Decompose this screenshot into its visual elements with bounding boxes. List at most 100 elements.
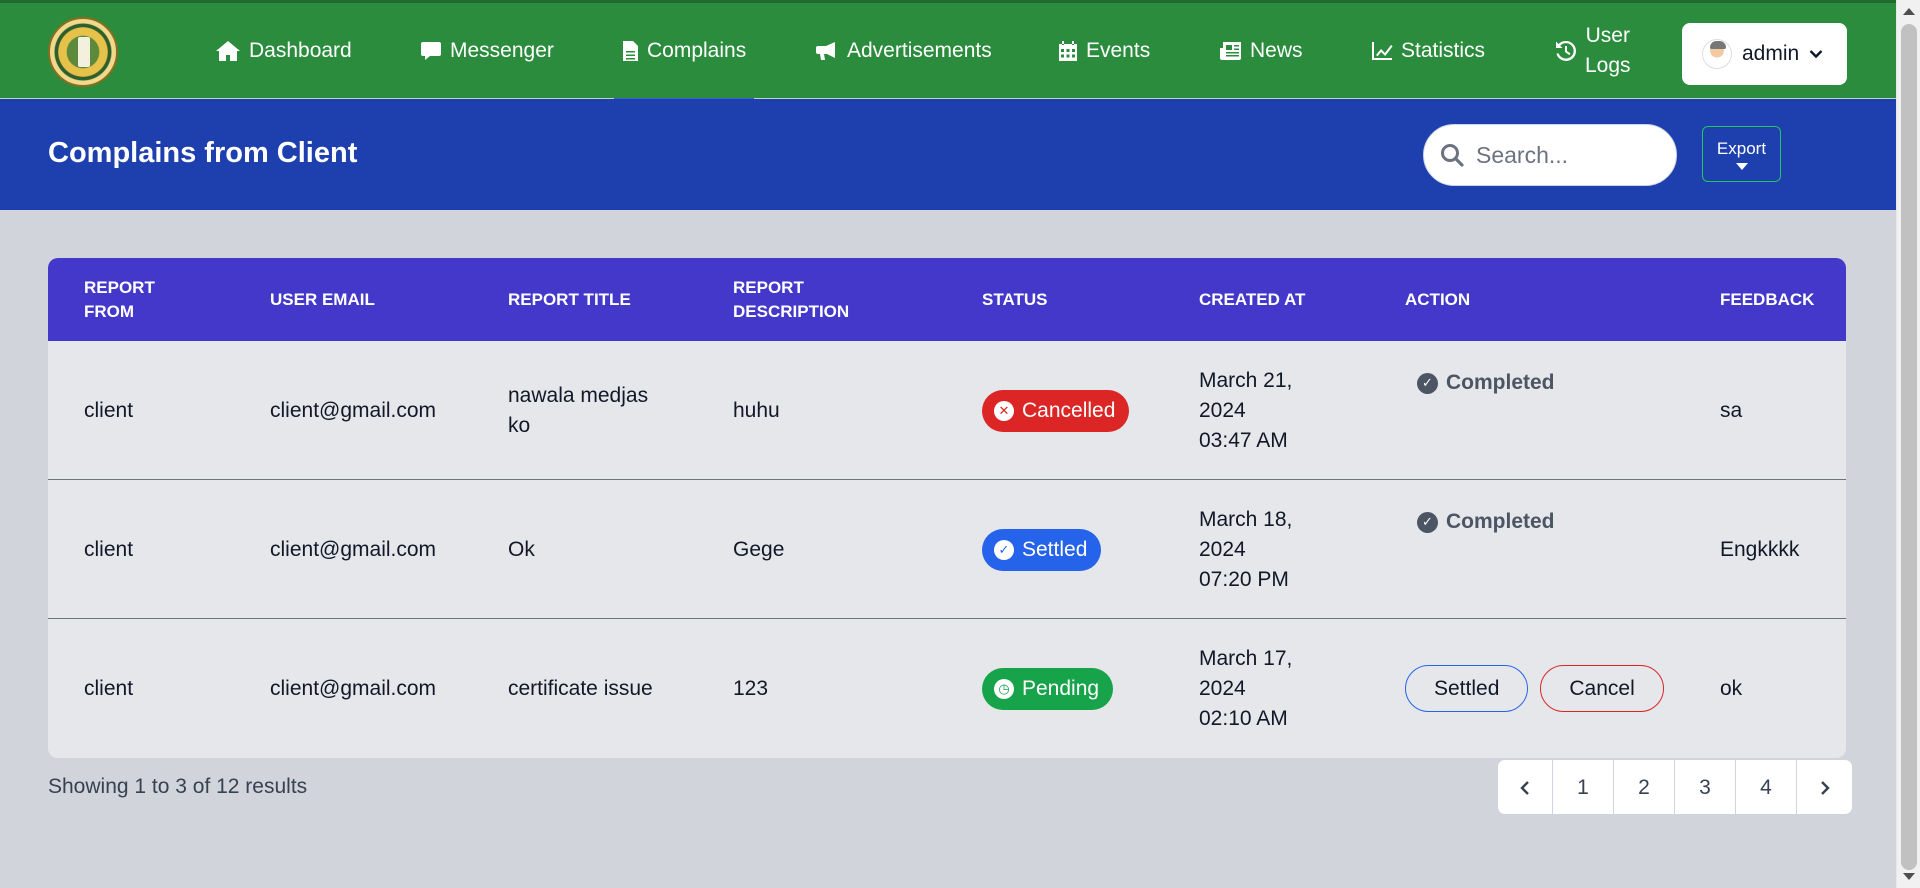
search-icon xyxy=(1441,144,1464,167)
nav-dashboard[interactable]: Dashboard xyxy=(215,3,352,99)
table-row: client client@gmail.com Ok Gege ✓ Settle… xyxy=(48,480,1846,619)
complaints-table: Report From User Email Report Title Repo… xyxy=(48,258,1846,758)
settled-button[interactable]: Settled xyxy=(1405,665,1529,712)
caret-down-icon xyxy=(1735,162,1748,170)
nav-advertisements-label: Advertisements xyxy=(847,39,992,62)
history-icon xyxy=(1556,40,1576,61)
created-at-line1: March 21, xyxy=(1199,368,1293,392)
cell-created-at: March 17, 2024 02:10 AM xyxy=(1199,619,1292,758)
column-header-status: Status xyxy=(982,289,1048,309)
status-badge: ✓ Settled xyxy=(982,528,1102,571)
created-at-line3: 02:10 AM xyxy=(1199,706,1288,730)
created-at-line2: 2024 xyxy=(1199,398,1246,422)
admin-label: admin xyxy=(1742,42,1800,65)
calendar-icon xyxy=(1059,41,1077,61)
nav-statistics[interactable]: Statistics xyxy=(1371,3,1485,99)
action-completed-label: Completed xyxy=(1446,510,1555,533)
nav-user-logs[interactable]: User Logs xyxy=(1555,3,1631,99)
nav-news[interactable]: News xyxy=(1219,3,1303,99)
cell-user-email: client@gmail.com xyxy=(270,537,437,561)
column-header-report-from-line1: Report xyxy=(84,277,155,297)
cancel-button[interactable]: Cancel xyxy=(1540,665,1664,712)
scroll-down-icon[interactable] xyxy=(1903,873,1915,880)
cell-report-title: certificate issue xyxy=(508,676,653,700)
created-at-line2: 2024 xyxy=(1199,537,1246,561)
cell-created-at: March 21, 2024 03:47 AM xyxy=(1199,341,1292,480)
nav-user-logs-label-line1: User xyxy=(1585,24,1630,47)
scroll-up-icon[interactable] xyxy=(1903,8,1915,15)
cell-report-title: nawala medjas ko xyxy=(508,341,648,480)
cell-report-from: client xyxy=(84,676,134,700)
prev-page-button[interactable] xyxy=(1498,760,1553,814)
nav-user-logs-label-line2: Logs xyxy=(1585,54,1631,77)
cell-report-from: client xyxy=(84,537,134,561)
cell-feedback: ok xyxy=(1720,676,1743,700)
status-label: Pending xyxy=(1022,676,1100,700)
cell-report-title: Ok xyxy=(508,537,535,561)
nav-advertisements[interactable]: Advertisements xyxy=(815,3,992,99)
nav-events[interactable]: Events xyxy=(1058,3,1150,99)
scroll-thumb[interactable] xyxy=(1901,24,1917,870)
column-header-user-email: User Email xyxy=(270,289,375,309)
page-button-4[interactable]: 4 xyxy=(1736,760,1797,814)
next-page-button[interactable] xyxy=(1797,760,1852,814)
action-completed-label: Completed xyxy=(1446,371,1555,394)
created-at-line3: 07:20 PM xyxy=(1199,567,1289,591)
column-header-report-description-line1: Report xyxy=(733,277,804,297)
column-header-report-from-line2: From xyxy=(84,301,135,321)
cell-feedback: sa xyxy=(1720,398,1743,422)
cell-created-at: March 18, 2024 07:20 PM xyxy=(1199,480,1292,619)
column-header-report-description: Report Description xyxy=(733,258,849,341)
nav-dashboard-label: Dashboard xyxy=(249,39,352,62)
clock-icon: ◷ xyxy=(994,678,1014,699)
page-button-3[interactable]: 3 xyxy=(1675,760,1736,814)
table-row: client client@gmail.com nawala medjas ko… xyxy=(48,341,1846,480)
table-row: client client@gmail.com certificate issu… xyxy=(48,619,1846,758)
admin-dropdown[interactable]: admin xyxy=(1682,23,1847,85)
newspaper-icon xyxy=(1220,42,1241,60)
top-navbar: Dashboard Messenger Complains Advertisem… xyxy=(0,0,1896,101)
cell-status: ◷ Pending xyxy=(982,619,1114,758)
megaphone-icon xyxy=(816,42,835,60)
cell-feedback: Engkkkk xyxy=(1720,537,1800,561)
nav-complains[interactable]: Complains xyxy=(613,3,755,101)
check-circle-icon: ✓ xyxy=(1417,511,1438,533)
created-at-line1: March 18, xyxy=(1199,507,1293,531)
created-at-line3: 03:47 AM xyxy=(1199,428,1288,452)
status-label: Settled xyxy=(1022,537,1088,561)
nav-statistics-label: Statistics xyxy=(1401,39,1486,62)
avatar xyxy=(1702,39,1732,69)
vertical-scrollbar[interactable] xyxy=(1896,0,1920,888)
column-header-feedback: Feedback xyxy=(1720,289,1815,309)
nav-messenger[interactable]: Messenger xyxy=(420,3,554,99)
nav-events-label: Events xyxy=(1086,39,1151,62)
chart-line-icon xyxy=(1372,42,1393,60)
page-button-2[interactable]: 2 xyxy=(1614,760,1675,814)
search-box[interactable] xyxy=(1423,124,1677,186)
cell-user-email: client@gmail.com xyxy=(270,398,437,422)
status-badge: ✕ Cancelled xyxy=(982,389,1130,432)
status-badge: ◷ Pending xyxy=(982,667,1114,710)
cell-report-from: client xyxy=(84,398,134,422)
chevron-down-icon xyxy=(1809,50,1823,59)
results-summary: Showing 1 to 3 of 12 results xyxy=(48,775,308,798)
page-button-1[interactable]: 1 xyxy=(1553,760,1614,814)
created-at-line1: March 17, xyxy=(1199,646,1293,670)
export-button[interactable]: Export xyxy=(1702,126,1781,182)
check-circle-icon: ✓ xyxy=(994,539,1014,560)
cell-report-description: huhu xyxy=(733,398,780,422)
cell-report-description: Gege xyxy=(733,537,785,561)
x-circle-icon: ✕ xyxy=(994,400,1014,421)
cell-report-title-line1: nawala medjas xyxy=(508,383,649,407)
created-at-line2: 2024 xyxy=(1199,676,1246,700)
cell-action: Settled Cancel xyxy=(1405,619,1664,758)
file-icon xyxy=(623,41,638,61)
cell-report-description: 123 xyxy=(733,676,769,700)
home-icon xyxy=(216,41,240,61)
search-input[interactable] xyxy=(1476,141,1646,169)
chat-icon xyxy=(421,42,441,60)
municipality-logo[interactable] xyxy=(48,17,118,87)
nav-complains-label: Complains xyxy=(647,39,747,62)
cell-status: ✕ Cancelled xyxy=(982,341,1130,480)
column-header-report-description-line2: Description xyxy=(733,301,850,321)
